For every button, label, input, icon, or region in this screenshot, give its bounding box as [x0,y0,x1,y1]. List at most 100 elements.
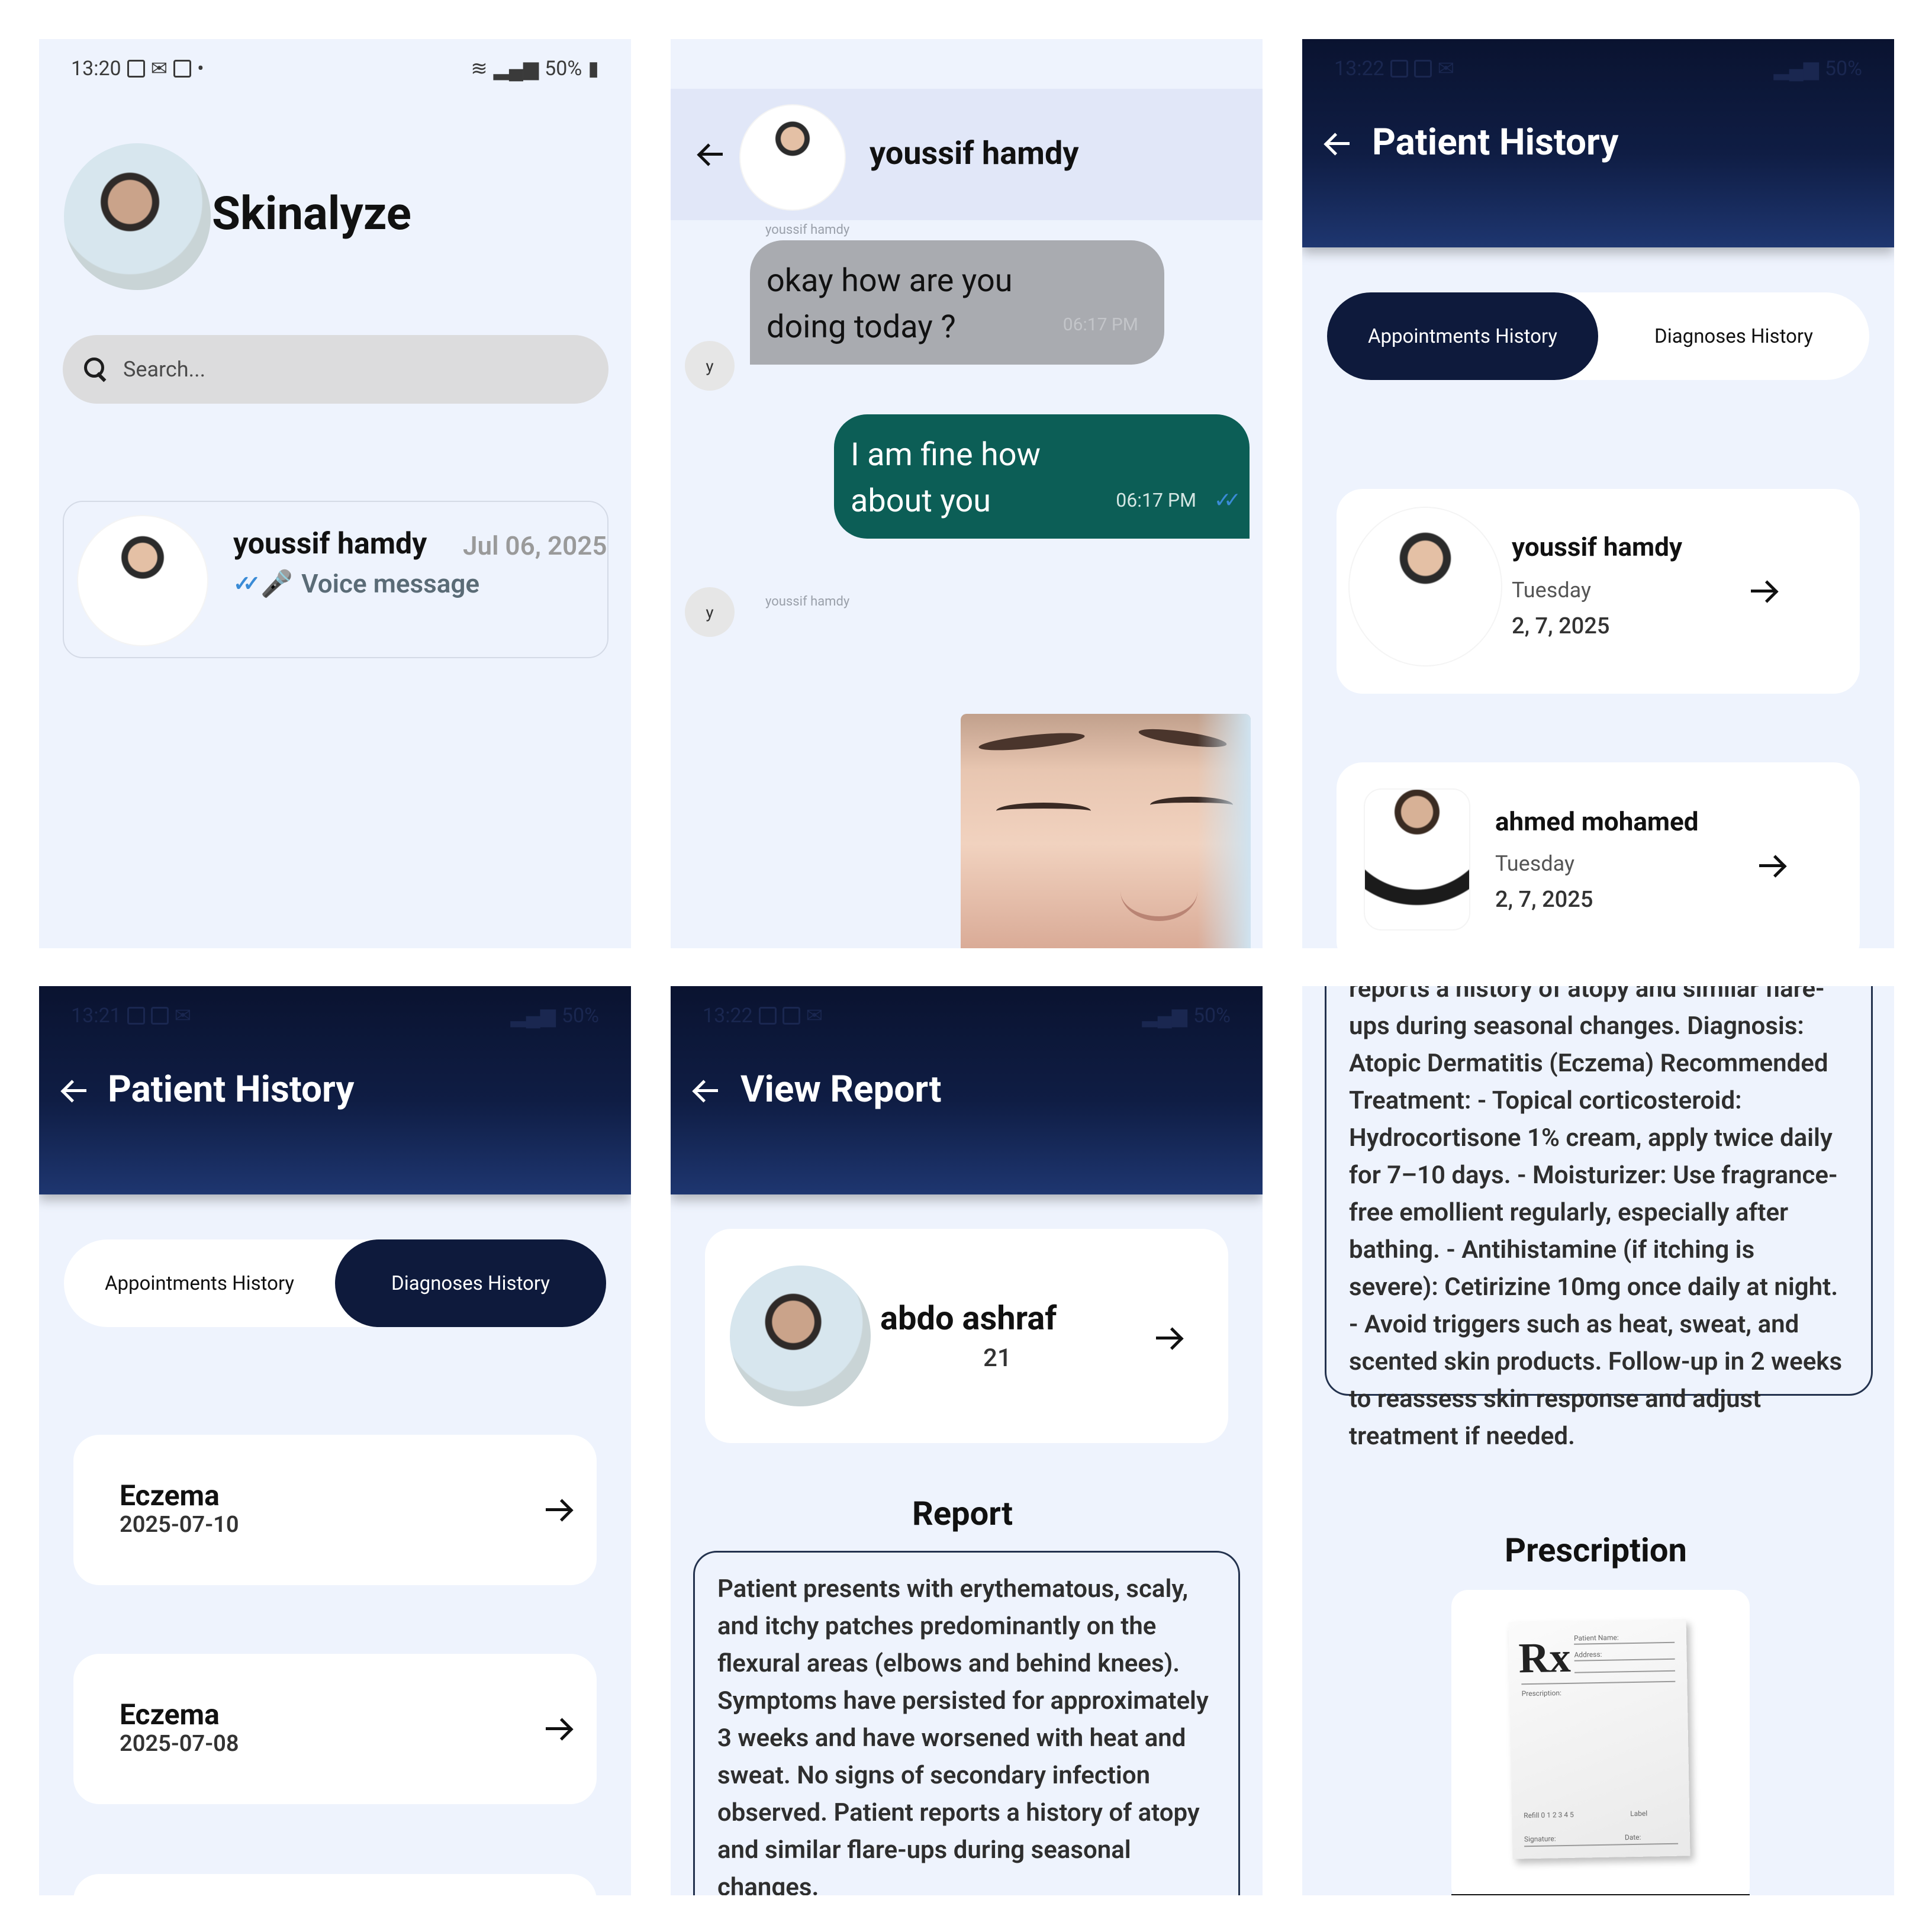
battery-level: 50% [1824,57,1862,80]
report-text: Patient presents with erythematous, scal… [717,1574,1209,1895]
report-text-box: Patient presents with erythematous, scal… [693,1551,1240,1895]
appointment-card[interactable]: youssif hamdy Tuesday 2, 7, 2025 [1337,489,1860,694]
user-avatar[interactable] [64,143,211,290]
battery-icon: ▮ [588,57,599,80]
appointment-card[interactable]: ahmed mohamed Tuesday 2, 7, 2025 [1337,762,1860,948]
contact-avatar[interactable] [739,104,846,211]
chat-list-item[interactable]: youssif hamdy Jul 06, 2025 ✓✓ 🎤 Voice me… [63,501,608,658]
status-time: 13:20 [71,57,121,80]
appointment-day: Tuesday [1495,851,1574,876]
image-caption-bar [1451,1894,1750,1895]
search-icon [83,356,109,382]
gallery-icon [1390,60,1408,78]
photo-detail [1197,714,1251,948]
wifi-icon: ≋ [471,57,488,80]
gallery-icon [758,1007,777,1025]
linkedin-icon [150,1007,169,1025]
sender-label: youssif hamdy [765,594,850,609]
outgoing-message[interactable]: I am fine how about you 06:17 PM ✓✓ [834,414,1250,539]
skin-photo[interactable] [961,714,1251,948]
double-check-icon: ✓✓ [233,571,260,596]
forward-arrow-icon[interactable] [1155,1324,1183,1352]
forward-arrow-icon[interactable] [545,1714,573,1743]
photo-detail [1120,862,1197,921]
linkedin-icon [127,60,145,78]
photo-detail [978,729,1086,754]
diagnosis-date: 2025-07-08 [120,1731,239,1757]
sender-avatar: y [685,587,735,637]
linkedin-icon [1413,60,1432,78]
diagnosis-card[interactable] [73,1874,597,1895]
contact-name: youssif hamdy [870,135,1079,172]
incoming-message[interactable]: okay how are you doing today ? 06:17 PM [750,240,1164,365]
back-arrow-icon[interactable] [1322,129,1351,157]
diagnosis-card[interactable]: Eczema 2025-07-10 [73,1435,597,1585]
back-arrow-icon[interactable] [59,1076,88,1105]
history-tabs: Appointments History Diagnoses History [64,1239,606,1327]
status-bar: 13:21 ✉ ▂▄▆ 50% [39,986,631,1045]
page-title: Patient History [1372,121,1619,164]
tab-diagnoses-history[interactable]: Diagnoses History [1598,292,1869,380]
rx-prescription: Prescription: [1521,1689,1562,1698]
rx-line [1574,1658,1675,1661]
forward-arrow-icon[interactable] [1758,851,1786,880]
patient-card[interactable]: abdo ashraf 21 [705,1229,1228,1443]
appointment-date: 2, 7, 2025 [1495,887,1593,913]
doctor-avatar [77,515,208,646]
app-bar: 13:22 ✉ ▂▄▆ 50% View Report [671,986,1263,1194]
page-title: Patient History [108,1068,355,1111]
tab-appointments-history[interactable]: Appointments History [1327,292,1598,380]
diagnosis-name: Eczema [120,1479,220,1512]
gallery-icon [127,1007,145,1025]
rx-refill: Refill 0 1 2 3 4 5 [1524,1810,1574,1820]
forward-arrow-icon[interactable] [1750,577,1778,605]
status-bar: 13:20 ✉ • ≋ ▂▄▆ 50% ▮ [39,39,631,98]
chat-date: Jul 06, 2025 [463,530,607,561]
search-placeholder: Search... [123,357,206,382]
battery-level: 50% [561,1004,599,1028]
last-message-text: Voice message [301,568,480,599]
double-check-icon: ✓✓ [1213,488,1241,513]
doctor-avatar [1348,507,1502,666]
patient-age: 21 [983,1344,1012,1373]
rx-symbol: Rx [1518,1633,1572,1682]
prescription-image[interactable]: Rx Patient Name: Address: Prescription: … [1451,1590,1750,1895]
chat-list-screen: 13:20 ✉ • ≋ ▂▄▆ 50% ▮ Skinalyze Search... you… [39,39,631,948]
rx-patient-name: Patient Name: [1573,1633,1619,1643]
back-arrow-icon[interactable] [695,140,724,168]
tab-diagnoses-history[interactable]: Diagnoses History [335,1239,606,1327]
diagnosis-card[interactable]: Eczema 2025-07-08 [73,1654,597,1804]
outgoing-time: 06:17 PM [1116,489,1196,511]
search-input[interactable]: Search... [63,335,608,404]
outgoing-text: I am fine how about you [851,436,1041,520]
status-time: 13:22 [1334,57,1384,80]
report-heading: Report [912,1494,1013,1533]
app-bar: 13:21 ✉ ▂▄▆ 50% Patient History [39,986,631,1194]
history-tabs: Appointments History Diagnoses History [1327,292,1869,380]
appointment-day: Tuesday [1512,578,1591,603]
status-time: 13:22 [703,1004,753,1028]
patient-history-diagnoses-screen: 13:21 ✉ ▂▄▆ 50% Patient History Appointmen… [39,986,631,1895]
patient-avatar [730,1266,871,1406]
prescription-sheet: Rx Patient Name: Address: Prescription: … [1508,1619,1690,1859]
gmail-icon: ✉ [806,1004,823,1028]
back-arrow-icon[interactable] [691,1076,719,1105]
page-title: View Report [740,1068,942,1111]
tab-appointments-history[interactable]: Appointments History [64,1239,335,1327]
forward-arrow-icon[interactable] [545,1495,573,1524]
rx-line [1574,1670,1676,1673]
microphone-icon: 🎤 [260,568,294,599]
sender-label: youssif hamdy [765,223,850,237]
status-bar: 13:22 ✉ ▂▄▆ 50% [1302,39,1894,98]
rx-signature: Signature: [1524,1834,1556,1844]
signal-icon: ▂▄▆ [1142,1004,1187,1028]
appointment-date: 2, 7, 2025 [1512,613,1610,639]
diagnosis-name: Eczema [120,1698,220,1731]
chat-screen: youssif hamdy youssif hamdy okay how are… [671,39,1263,948]
chat-last-message: ✓✓ 🎤 Voice message [233,568,479,599]
signal-icon: ▂▄▆ [1773,57,1819,80]
report-text-box: reports a history of atopy and similar f… [1325,986,1873,1451]
app-title: Skinalyze [212,187,411,241]
rx-address: Address: [1574,1650,1602,1659]
incoming-time: 06:17 PM [1062,314,1138,335]
